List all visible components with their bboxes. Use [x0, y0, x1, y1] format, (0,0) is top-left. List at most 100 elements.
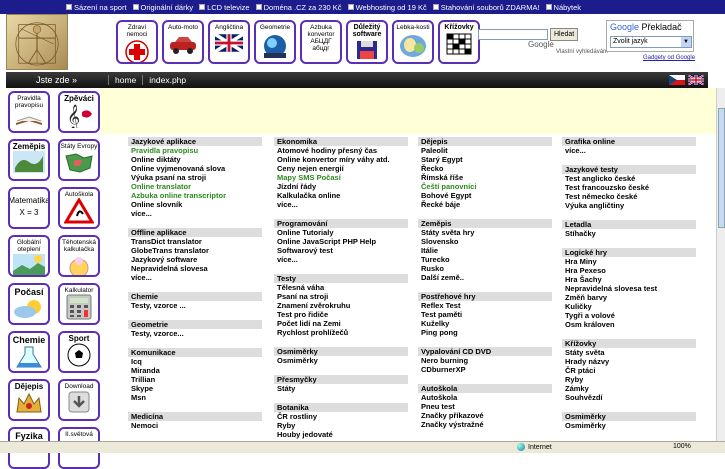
- section-link[interactable]: Státy světa hry: [418, 228, 552, 237]
- category-anglictina-button[interactable]: Angličtina: [208, 20, 250, 64]
- section-link[interactable]: Ceny nejen energií: [274, 164, 408, 173]
- sidebar-globalni-otepleni-button[interactable]: Globální oteplení: [8, 235, 50, 277]
- section-link[interactable]: Souhvězdí: [562, 393, 696, 402]
- section-link[interactable]: Osm královen: [562, 320, 696, 329]
- scrollbar-thumb[interactable]: [718, 108, 725, 228]
- section-link[interactable]: Kuličky: [562, 302, 696, 311]
- section-link[interactable]: GlobeTrans translator: [128, 246, 262, 255]
- section-link[interactable]: Houby jedovaté: [274, 430, 408, 439]
- sidebar-chemie-button[interactable]: Chemie: [8, 331, 50, 373]
- language-select[interactable]: Zvolit jazyk ▼: [610, 36, 692, 48]
- zoom-level[interactable]: 100%: [673, 443, 691, 450]
- sidebar-sport-button[interactable]: Sport: [58, 331, 100, 373]
- breadcrumb-index[interactable]: index.php: [142, 75, 192, 85]
- section-link[interactable]: Čeští panovníci: [418, 182, 552, 191]
- section-link[interactable]: Itálie: [418, 246, 552, 255]
- section-link[interactable]: více...: [274, 200, 408, 209]
- section-link[interactable]: Ryby: [274, 421, 408, 430]
- section-link[interactable]: ČR rostliny: [274, 412, 408, 421]
- section-link[interactable]: Další země..: [418, 273, 552, 282]
- section-link[interactable]: Rusko: [418, 264, 552, 273]
- section-link[interactable]: Mapy SMS Počasí: [274, 173, 408, 182]
- section-link[interactable]: Test francouzsko české: [562, 183, 696, 192]
- vertical-scrollbar[interactable]: [716, 88, 725, 441]
- section-link[interactable]: Stíhačky: [562, 229, 696, 238]
- section-link[interactable]: Hra Šachy: [562, 275, 696, 284]
- section-link[interactable]: Turecko: [418, 255, 552, 264]
- section-link[interactable]: Zámky: [562, 384, 696, 393]
- section-link[interactable]: Nepravidelná slovesa test: [562, 284, 696, 293]
- czech-flag-icon[interactable]: [669, 75, 685, 85]
- section-link[interactable]: Osmiměrky: [274, 356, 408, 365]
- category-krizovky-button[interactable]: Křížovky: [438, 20, 480, 64]
- ad-link[interactable]: Webhosting od 19 Kč: [347, 3, 427, 12]
- section-link[interactable]: Výuka angličtiny: [562, 201, 696, 210]
- sidebar-autoskola-button[interactable]: Autoškola: [58, 187, 100, 229]
- section-link[interactable]: Ryby: [562, 375, 696, 384]
- breadcrumb-home[interactable]: home: [108, 75, 142, 85]
- section-link[interactable]: TransDict translator: [128, 237, 262, 246]
- section-link[interactable]: Nero burning: [418, 356, 552, 365]
- chevron-down-icon[interactable]: ▼: [681, 37, 691, 47]
- section-link[interactable]: Pneu test: [418, 402, 552, 411]
- search-button[interactable]: Hledat: [550, 28, 579, 41]
- uk-flag-icon[interactable]: [688, 75, 704, 85]
- section-link[interactable]: Hra Pexeso: [562, 266, 696, 275]
- section-link[interactable]: Výuka psaní na stroji: [128, 173, 262, 182]
- section-link[interactable]: Trillian: [128, 375, 262, 384]
- section-link[interactable]: Státy: [274, 384, 408, 393]
- category-azbuka-konvertor-button[interactable]: Azbuka konvertor АБЦДГ абцдг: [300, 20, 342, 64]
- section-link[interactable]: Reflex Test: [418, 301, 552, 310]
- section-link[interactable]: Online diktáty: [128, 155, 262, 164]
- section-link[interactable]: Miranda: [128, 366, 262, 375]
- sidebar-pocasi-button[interactable]: Počasí: [8, 283, 50, 325]
- sidebar-matematika-x-3-button[interactable]: Matematika X = 3: [8, 187, 50, 229]
- section-link[interactable]: Azbuka online transcriptor: [128, 191, 262, 200]
- section-link[interactable]: Kuželky: [418, 319, 552, 328]
- sidebar-zpevaci-button[interactable]: Zpěváci 𝄞: [58, 91, 100, 133]
- section-link[interactable]: Řecké báje: [418, 200, 552, 209]
- section-link[interactable]: Testy, vzorce...: [128, 329, 262, 338]
- ad-link[interactable]: LCD televize: [199, 3, 250, 12]
- section-link[interactable]: více...: [128, 273, 262, 282]
- section-link[interactable]: Autoškola: [418, 393, 552, 402]
- section-link[interactable]: Ping pong: [418, 328, 552, 337]
- section-link[interactable]: Změň barvy: [562, 293, 696, 302]
- ad-link[interactable]: Stahování souborů ZDARMA!: [432, 3, 540, 12]
- ad-link[interactable]: Sázení na sport: [66, 3, 127, 12]
- section-link[interactable]: Kalkulačka online: [274, 191, 408, 200]
- section-link[interactable]: Icq: [128, 357, 262, 366]
- section-link[interactable]: Osmiměrky: [562, 421, 696, 430]
- category-zdravi-nemoci-button[interactable]: Zdraví nemoci: [116, 20, 158, 64]
- section-link[interactable]: Online JavaScript PHP Help: [274, 237, 408, 246]
- sidebar-staty-evropy-button[interactable]: Státy Evropy: [58, 139, 100, 181]
- section-link[interactable]: Římská říše: [418, 173, 552, 182]
- ad-link[interactable]: Nábytek: [545, 3, 581, 12]
- sidebar-pravidla-pravopisu-button[interactable]: Pravidla pravopisu: [8, 91, 50, 133]
- site-logo[interactable]: [6, 14, 68, 70]
- search-input[interactable]: [478, 29, 548, 40]
- sidebar-download-button[interactable]: Download: [58, 379, 100, 421]
- section-link[interactable]: Tygři a volové: [562, 311, 696, 320]
- section-link[interactable]: Online vyjmenovaná slova: [128, 164, 262, 173]
- section-link[interactable]: Test německo české: [562, 192, 696, 201]
- section-link[interactable]: Rychlost prohlížečů: [274, 328, 408, 337]
- section-link[interactable]: Slovensko: [418, 237, 552, 246]
- section-link[interactable]: Bohové Egypt: [418, 191, 552, 200]
- sidebar-zemepis-button[interactable]: Zeměpis: [8, 139, 50, 181]
- section-link[interactable]: Hra Miny: [562, 257, 696, 266]
- ad-link[interactable]: Originální dárky: [132, 3, 193, 12]
- section-link[interactable]: Online Tutorialy: [274, 228, 408, 237]
- section-link[interactable]: Jazykový software: [128, 255, 262, 264]
- section-link[interactable]: Msn: [128, 393, 262, 402]
- sidebar-kalkulator-button[interactable]: Kalkulator: [58, 283, 100, 325]
- section-link[interactable]: Online translator: [128, 182, 262, 191]
- section-link[interactable]: Řecko: [418, 164, 552, 173]
- section-link[interactable]: Nepravidelná slovesa: [128, 264, 262, 273]
- section-link[interactable]: Jízdní řády: [274, 182, 408, 191]
- category-dulezity-software-button[interactable]: Důležitý software: [346, 20, 388, 64]
- section-link[interactable]: Test paměti: [418, 310, 552, 319]
- section-link[interactable]: Pravidla pravopisu: [128, 146, 262, 155]
- section-link[interactable]: Státy světa: [562, 348, 696, 357]
- section-link[interactable]: více...: [562, 146, 696, 155]
